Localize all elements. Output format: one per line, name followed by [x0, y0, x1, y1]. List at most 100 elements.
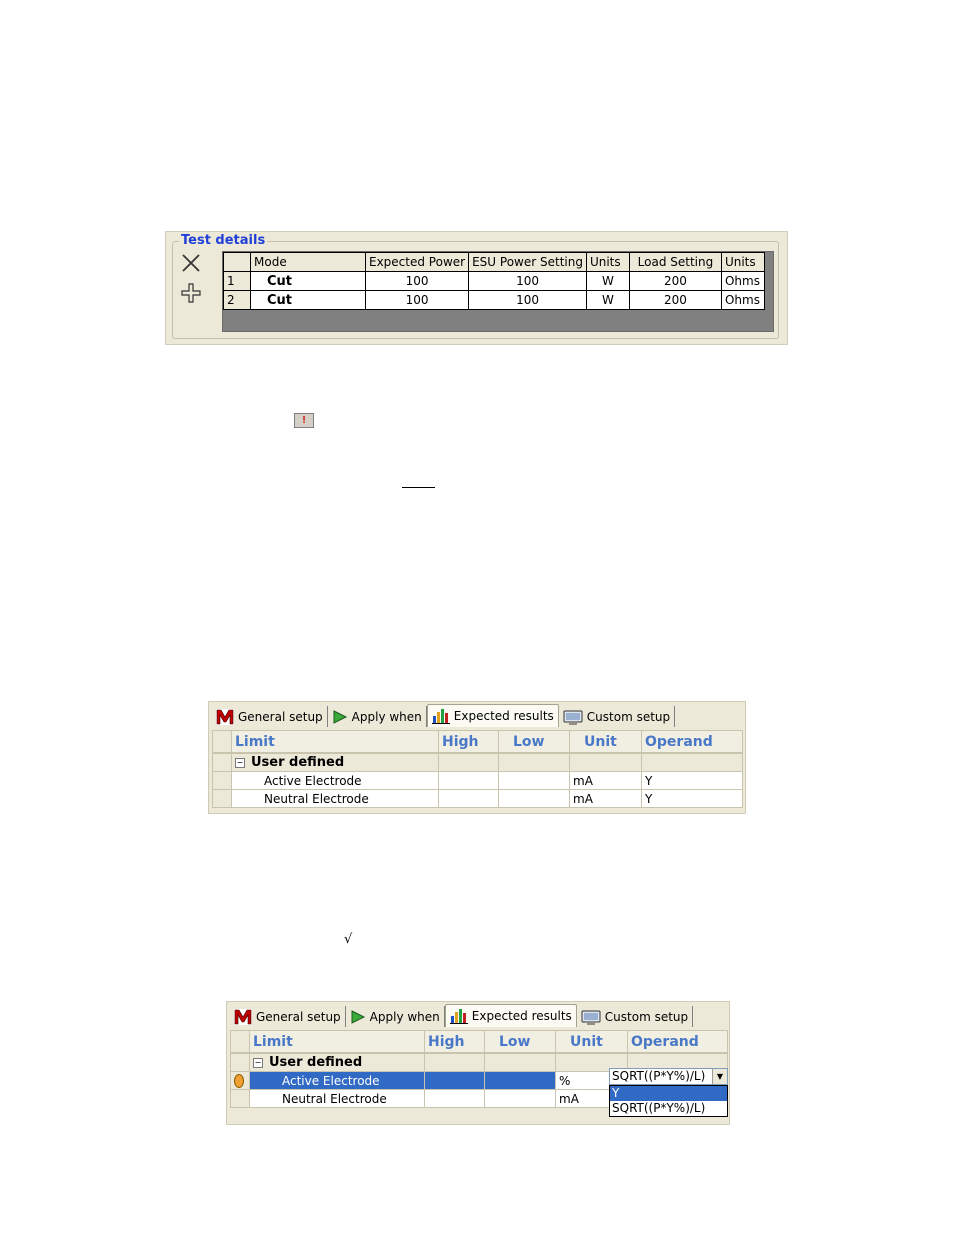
col-header-mode[interactable]: Mode	[250, 252, 366, 272]
load-setting-cell[interactable]: 200	[628, 290, 722, 310]
dropdown-option[interactable]: Y	[610, 1086, 727, 1101]
tab-general-setup[interactable]: General setup	[230, 1006, 346, 1027]
collapse-icon[interactable]: −	[253, 1057, 263, 1068]
limit-cell[interactable]: Neutral Electrode	[249, 1089, 425, 1108]
row-indicator	[230, 1071, 250, 1090]
tab-label: Apply when	[351, 709, 422, 724]
low-cell[interactable]	[498, 771, 570, 790]
high-cell[interactable]	[438, 789, 499, 808]
play-icon	[351, 1009, 365, 1024]
limits-panel-2: General setup Apply when Expected result…	[226, 1001, 730, 1125]
col-header-expected-power[interactable]: Expected Power	[364, 252, 470, 272]
mode-cell[interactable]: Cut	[250, 290, 366, 310]
col-header-low[interactable]: Low	[484, 1030, 556, 1054]
empty-cell	[569, 752, 642, 772]
col-header-limit[interactable]: Limit	[231, 730, 439, 754]
limit-cell[interactable]: Neutral Electrode	[231, 789, 439, 808]
limits-grid: Limit High Low Unit Operand − User define…	[212, 730, 743, 808]
m-logo-icon	[216, 708, 234, 725]
tab-apply-when[interactable]: Apply when	[346, 1006, 445, 1027]
units-cell[interactable]: W	[585, 290, 630, 310]
table-row[interactable]: Neutral Electrode mA Y	[212, 789, 743, 808]
load-units-cell[interactable]: Ohms	[720, 271, 765, 291]
limits-header-row: Limit High Low Unit Operand	[230, 1030, 728, 1054]
table-row[interactable]: 2 Cut 100 100 W 200 Ohms	[223, 290, 765, 310]
test-details-title: Test details	[179, 233, 268, 248]
row-indicator	[230, 1052, 250, 1072]
row-indicator-header	[212, 730, 232, 754]
tab-custom-setup[interactable]: Custom setup	[577, 1006, 694, 1027]
load-setting-cell[interactable]: 200	[628, 271, 722, 291]
col-header-high[interactable]: High	[438, 730, 499, 754]
col-header-load-units[interactable]: Units	[720, 252, 765, 272]
low-cell[interactable]	[498, 789, 570, 808]
monitor-icon	[563, 710, 583, 724]
expected-power-cell[interactable]: 100	[364, 290, 470, 310]
low-cell[interactable]	[484, 1071, 556, 1090]
col-header-high[interactable]: High	[424, 1030, 485, 1054]
unit-cell[interactable]: mA	[569, 789, 642, 808]
col-header-unit[interactable]: Unit	[555, 1030, 628, 1054]
col-header-esu-power[interactable]: ESU Power Setting	[468, 252, 587, 272]
tab-label: General setup	[238, 709, 323, 724]
expected-power-cell[interactable]: 100	[364, 271, 470, 291]
underline-mark	[402, 487, 435, 488]
table-row[interactable]: 1 Cut 100 100 W 200 Ohms	[223, 271, 765, 291]
operand-dropdown-list: Y SQRT((P*Y%)/L)	[609, 1085, 728, 1117]
col-header-limit[interactable]: Limit	[249, 1030, 425, 1054]
tab-custom-setup[interactable]: Custom setup	[559, 706, 676, 727]
limit-cell[interactable]: Active Electrode	[231, 771, 439, 790]
group-cell[interactable]: − User defined	[249, 1052, 425, 1072]
delete-icon[interactable]	[180, 252, 202, 274]
collapse-icon[interactable]: −	[235, 757, 245, 768]
table-row[interactable]: Active Electrode mA Y	[212, 771, 743, 790]
tab-label: General setup	[256, 1009, 341, 1024]
high-cell[interactable]	[424, 1071, 485, 1090]
operand-cell[interactable]: Y	[641, 771, 743, 790]
group-row[interactable]: − User defined	[212, 752, 743, 772]
monitor-icon	[581, 1010, 601, 1024]
col-header-load-setting[interactable]: Load Setting	[628, 252, 722, 272]
units-cell[interactable]: W	[585, 271, 630, 291]
group-cell[interactable]: − User defined	[231, 752, 439, 772]
tab-general-setup[interactable]: General setup	[212, 706, 328, 727]
add-icon[interactable]	[180, 282, 202, 304]
tab-expected-results[interactable]: Expected results	[444, 1004, 577, 1027]
tab-apply-when[interactable]: Apply when	[328, 706, 427, 727]
tab-strip: General setup Apply when Expected result…	[212, 704, 676, 727]
col-header-low[interactable]: Low	[498, 730, 570, 754]
limit-cell[interactable]: Active Electrode	[249, 1071, 425, 1090]
esu-power-cell[interactable]: 100	[468, 271, 587, 291]
col-header-operand[interactable]: Operand	[641, 730, 743, 754]
row-indicator	[212, 789, 232, 808]
row-number[interactable]: 2	[223, 290, 251, 310]
empty-cell	[641, 752, 743, 772]
mode-cell[interactable]: Cut	[250, 271, 366, 291]
unit-cell[interactable]: mA	[569, 771, 642, 790]
col-header-unit[interactable]: Unit	[569, 730, 642, 754]
high-cell[interactable]	[438, 771, 499, 790]
warning-icon: !	[294, 413, 314, 428]
col-header-units[interactable]: Units	[585, 252, 630, 272]
tab-label: Expected results	[453, 709, 554, 723]
chevron-down-icon[interactable]: ▼	[712, 1069, 727, 1084]
dropdown-option[interactable]: SQRT((P*Y%)/L)	[610, 1101, 727, 1116]
col-header-operand[interactable]: Operand	[627, 1030, 728, 1054]
empty-cell	[438, 752, 499, 772]
tab-strip: General setup Apply when Expected result…	[230, 1004, 694, 1027]
test-details-grid: Mode Expected Power ESU Power Setting Un…	[222, 251, 774, 332]
low-cell[interactable]	[484, 1089, 556, 1108]
bar-chart-icon	[449, 1009, 468, 1024]
tab-label: Expected results	[471, 1009, 572, 1023]
tab-expected-results[interactable]: Expected results	[426, 704, 559, 727]
operand-cell[interactable]: Y	[641, 789, 743, 808]
load-units-cell[interactable]: Ohms	[720, 290, 765, 310]
operand-combobox[interactable]: SQRT((P*Y%)/L) ▼	[609, 1068, 728, 1085]
row-number[interactable]: 1	[223, 271, 251, 291]
empty-cell	[424, 1052, 485, 1072]
m-logo-icon	[234, 1008, 252, 1025]
test-details-header-row: Mode Expected Power ESU Power Setting Un…	[223, 252, 765, 272]
tab-label: Custom setup	[604, 1009, 689, 1024]
esu-power-cell[interactable]: 100	[468, 290, 587, 310]
high-cell[interactable]	[424, 1089, 485, 1108]
